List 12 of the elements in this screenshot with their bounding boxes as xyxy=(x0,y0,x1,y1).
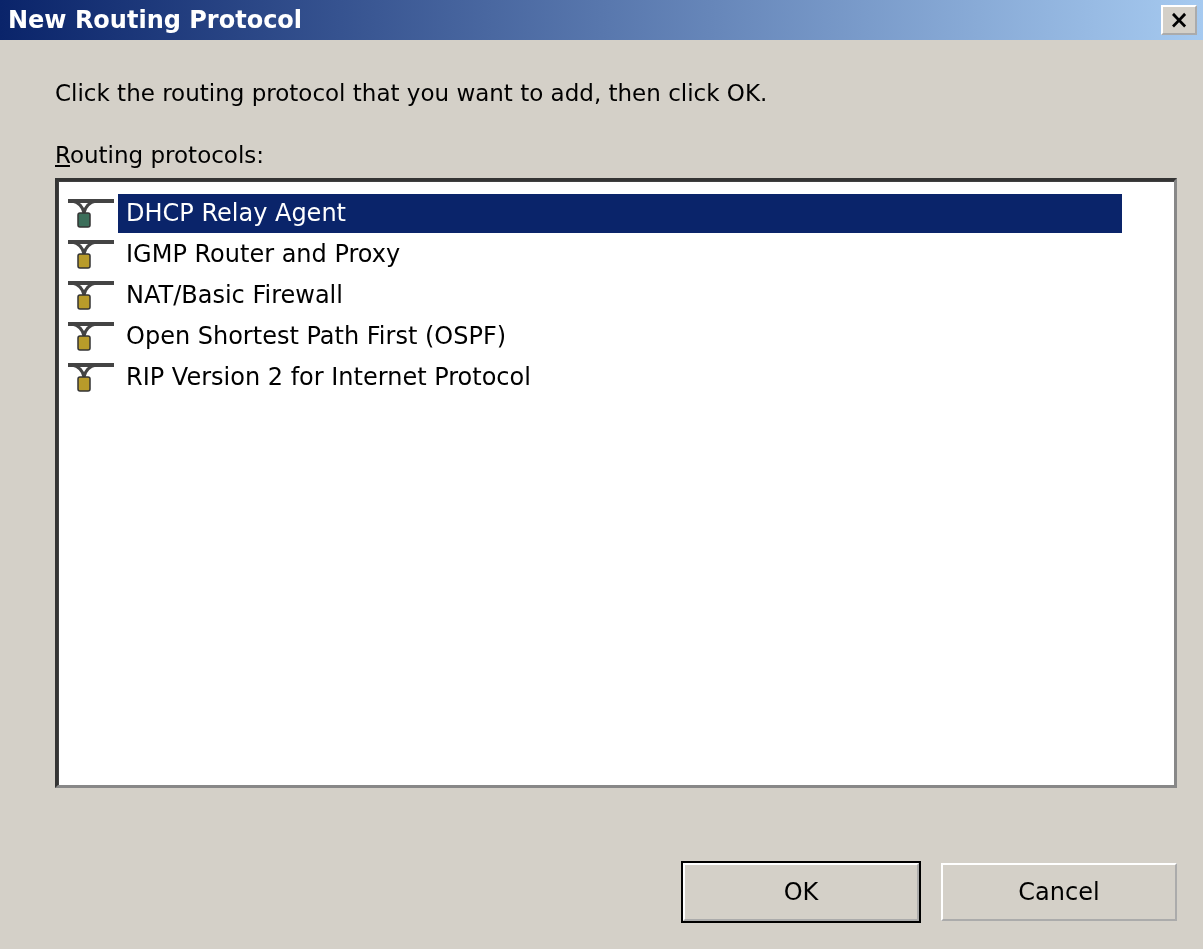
close-button[interactable]: × xyxy=(1161,5,1197,35)
protocol-item[interactable]: IGMP Router and Proxy xyxy=(118,235,1122,274)
protocol-list[interactable]: DHCP Relay Agent IGMP Router and Proxy NAT/Basic Firewall Open Shortest Path First (OSPF) RIP Version 2 for Internet Protocol xyxy=(55,178,1177,788)
instruction-text: Click the routing protocol that you want to add, then click OK. xyxy=(55,80,769,106)
protocol-item[interactable]: Open Shortest Path First (OSPF) xyxy=(118,317,1122,356)
protocol-item[interactable]: DHCP Relay Agent xyxy=(118,194,1122,233)
protocol-item[interactable]: RIP Version 2 for Internet Protocol xyxy=(118,358,1122,397)
protocol-item[interactable]: NAT/Basic Firewall xyxy=(118,276,1122,315)
window-title: New Routing Protocol xyxy=(8,6,303,34)
list-label: Routing protocols: xyxy=(55,142,266,168)
ok-button[interactable]: OK xyxy=(683,863,919,921)
cancel-button[interactable]: Cancel xyxy=(941,863,1177,921)
